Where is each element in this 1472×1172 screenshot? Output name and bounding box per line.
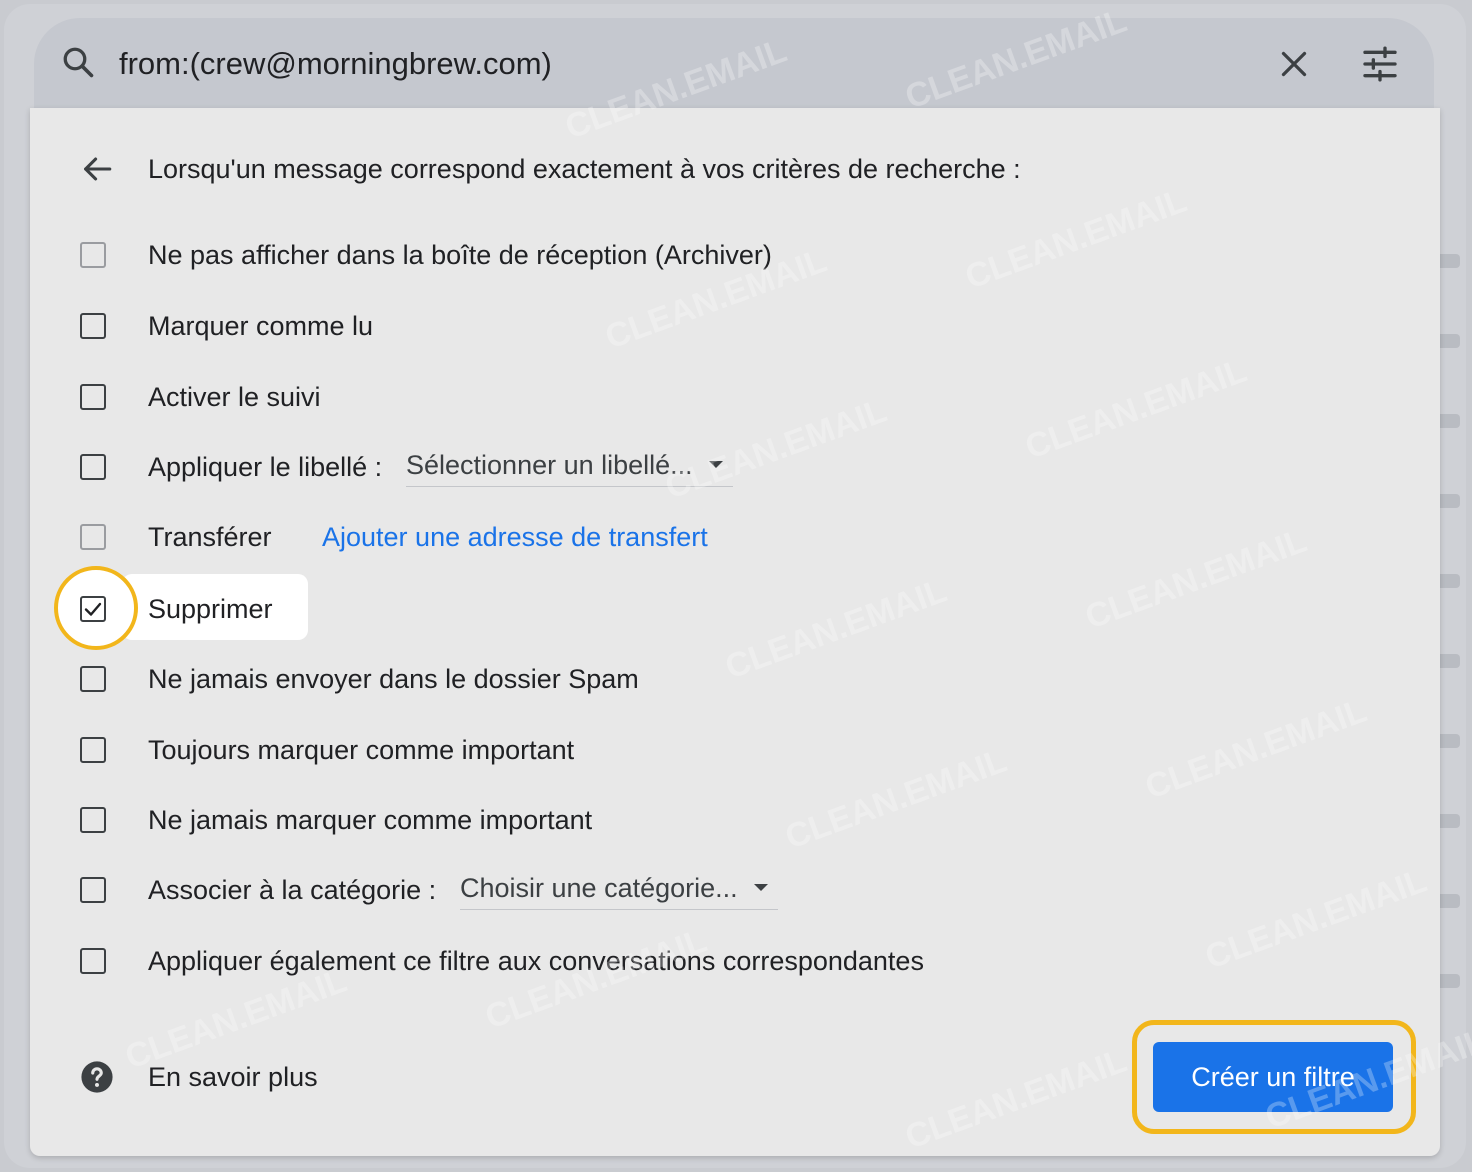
option-label: Ne jamais envoyer dans le dossier Spam: [148, 664, 639, 694]
option-label: Toujours marquer comme important: [148, 735, 575, 765]
panel-heading: Lorsqu'un message correspond exactement …: [148, 154, 1021, 184]
dropdown-arrow-icon: [753, 884, 768, 891]
checkbox[interactable]: [80, 384, 106, 410]
option-label: Transférer: [148, 522, 272, 552]
back-arrow-icon[interactable]: [80, 152, 114, 186]
checkbox[interactable]: [80, 524, 106, 550]
check-icon: [84, 602, 102, 616]
add-forwarding-address-link[interactable]: Ajouter une adresse de transfert: [322, 520, 708, 554]
option-label: Appliquer le libellé :: [148, 452, 383, 482]
category-dropdown-value: Choisir une catégorie...: [460, 873, 738, 903]
option-label: Ne pas afficher dans la boîte de récepti…: [148, 240, 772, 270]
tune-icon[interactable]: [1360, 44, 1400, 84]
create-filter-button[interactable]: Créer un filtre: [1153, 1042, 1393, 1112]
option-label: Marquer comme lu: [148, 311, 374, 341]
checkbox[interactable]: [80, 666, 106, 692]
learn-more-link[interactable]: En savoir plus: [148, 1060, 318, 1094]
checkbox[interactable]: [80, 948, 106, 974]
option-label: Appliquer également ce filtre aux conver…: [148, 946, 924, 976]
option-label: Ne jamais marquer comme important: [148, 805, 593, 835]
label-dropdown[interactable]: Sélectionner un libellé...: [406, 448, 733, 487]
help-icon[interactable]: [80, 1060, 114, 1094]
checkbox[interactable]: [80, 737, 106, 763]
option-label: Supprimer: [148, 594, 273, 624]
label-dropdown-value: Sélectionner un libellé...: [406, 450, 693, 480]
checkbox[interactable]: [80, 313, 106, 339]
checkbox[interactable]: [80, 807, 106, 833]
search-icon[interactable]: [60, 44, 96, 80]
dropdown-arrow-icon: [708, 461, 723, 468]
category-dropdown[interactable]: Choisir une catégorie...: [460, 871, 778, 910]
checkbox-checked[interactable]: [80, 596, 106, 622]
checkbox[interactable]: [80, 242, 106, 268]
option-label: Associer à la catégorie :: [148, 875, 437, 905]
option-label: Activer le suivi: [148, 382, 321, 412]
search-query[interactable]: from:(crew@morningbrew.com): [119, 44, 552, 84]
checkbox[interactable]: [80, 877, 106, 903]
close-icon[interactable]: [1276, 46, 1312, 82]
checkbox[interactable]: [80, 454, 106, 480]
